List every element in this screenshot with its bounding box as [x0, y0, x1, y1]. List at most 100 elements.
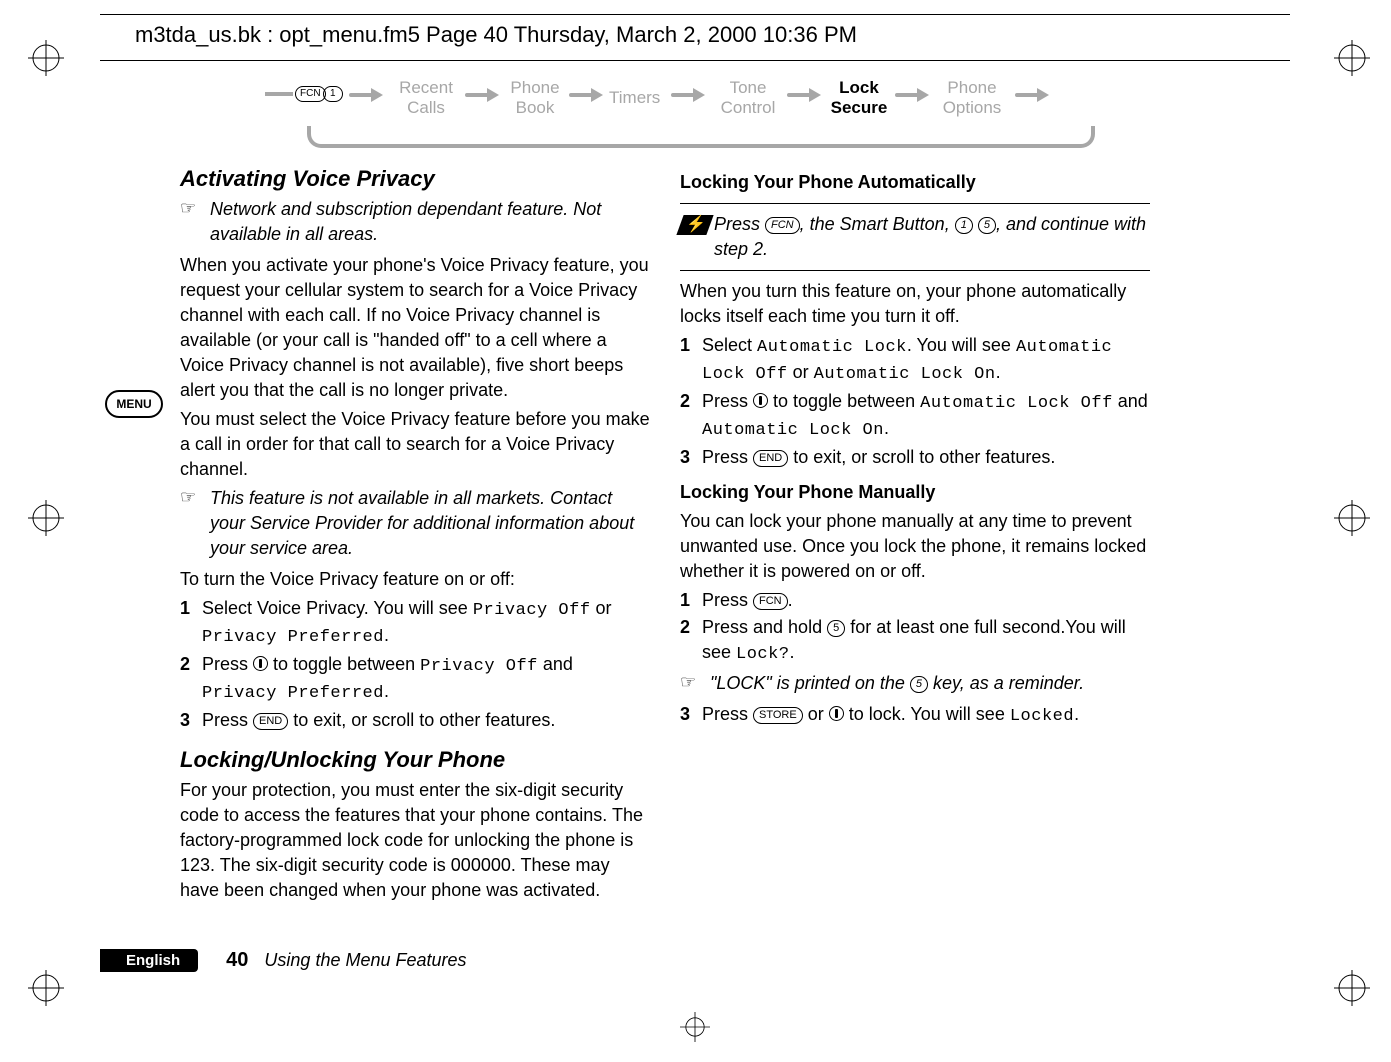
- list-text: Press END to exit, or scroll to other fe…: [702, 445, 1150, 470]
- text: .: [884, 418, 889, 438]
- hand-point-icon: ☞: [180, 197, 210, 219]
- breadcrumb-item: Phone Options: [937, 78, 1007, 118]
- one-key-icon: 1: [955, 217, 973, 234]
- note: ☞ This feature is not available in all m…: [180, 486, 650, 561]
- list-item: 1 Press FCN.: [680, 588, 1150, 613]
- list-number: 1: [180, 596, 202, 650]
- list-number: 3: [180, 708, 202, 733]
- text: Select: [702, 335, 757, 355]
- screen-text: Locked: [1010, 707, 1074, 726]
- list-item: 2 Press and hold 5 for at least one full…: [680, 615, 1150, 667]
- flash-icon: ⚡: [680, 215, 710, 235]
- text: Press: [202, 654, 253, 674]
- list-item: 1 Select Voice Privacy. You will see Pri…: [180, 596, 650, 650]
- subsection-title: Locking Your Phone Manually: [680, 480, 1150, 505]
- text: key, as a reminder.: [928, 673, 1084, 693]
- shortcut-note: ⚡ Press FCN, the Smart Button, 1 5, and …: [680, 212, 1150, 262]
- arrow-icon: [1015, 88, 1049, 102]
- divider: [680, 270, 1150, 271]
- page-footer: English 40 Using the Menu Features: [100, 949, 467, 972]
- text: .: [384, 625, 389, 645]
- text: and: [1113, 391, 1148, 411]
- list-number: 1: [680, 588, 702, 613]
- list-text: Press to toggle between Automatic Lock O…: [702, 389, 1150, 443]
- screen-text: Automatic Lock On: [814, 365, 996, 384]
- list-item: 2 Press to toggle between Automatic Lock…: [680, 389, 1150, 443]
- screen-text: Privacy Off: [420, 657, 538, 676]
- divider: [100, 60, 1290, 61]
- store-key-icon: STORE: [753, 707, 803, 724]
- list-text: Press END to exit, or scroll to other fe…: [202, 708, 650, 733]
- breadcrumb-item: Recent Calls: [391, 78, 461, 118]
- paragraph: You must select the Voice Privacy featur…: [180, 407, 650, 482]
- text: Select Voice Privacy. You will see: [202, 598, 473, 618]
- text: or: [591, 598, 612, 618]
- section-title: Locking/Unlocking Your Phone: [180, 747, 650, 772]
- section-title: Activating Voice Privacy: [180, 166, 650, 191]
- five-key-icon: 5: [827, 620, 845, 637]
- text: . You will see: [907, 335, 1016, 355]
- text: , the Smart Button,: [800, 214, 955, 234]
- screen-text: Privacy Off: [473, 601, 591, 620]
- hand-point-icon: ☞: [180, 486, 210, 508]
- crop-mark-icon: [28, 500, 64, 536]
- crop-mark-icon: [680, 1012, 710, 1042]
- page-number: 40: [226, 949, 248, 972]
- text: Press: [702, 447, 753, 467]
- text: .: [790, 642, 795, 662]
- list-text: Press and hold 5 for at least one full s…: [702, 615, 1150, 667]
- paragraph: You can lock your phone manually at any …: [680, 509, 1150, 584]
- screen-text: Automatic Lock: [757, 338, 907, 357]
- list-number: 2: [680, 389, 702, 443]
- crop-mark-icon: [28, 40, 64, 76]
- note: ☞ Network and subscription dependant fea…: [180, 197, 650, 247]
- paragraph: When you turn this feature on, your phon…: [680, 279, 1150, 329]
- list-item: 2 Press to toggle between Privacy Off an…: [180, 652, 650, 706]
- text: Press: [202, 710, 253, 730]
- note-text: Network and subscription dependant featu…: [210, 197, 650, 247]
- smart-button-icon: [753, 393, 768, 408]
- fcn-key-icon: FCN: [765, 217, 800, 234]
- crop-mark-icon: [1334, 970, 1370, 1006]
- text: .: [996, 362, 1001, 382]
- crop-mark-icon: [1334, 40, 1370, 76]
- subsection-title: Locking Your Phone Automatically: [680, 170, 1150, 195]
- note: ☞ "LOCK" is printed on the 5 key, as a r…: [680, 671, 1150, 696]
- text: to exit, or scroll to other features.: [788, 447, 1055, 467]
- list-text: Select Automatic Lock. You will see Auto…: [702, 333, 1150, 387]
- text: .: [384, 681, 389, 701]
- arrow-icon: [465, 88, 499, 102]
- text: Press: [702, 391, 753, 411]
- list-number: 2: [180, 652, 202, 706]
- column-left: Activating Voice Privacy ☞ Network and s…: [180, 160, 650, 907]
- list-item: 3 Press STORE or to lock. You will see L…: [680, 702, 1150, 729]
- text: or: [803, 704, 829, 724]
- arrow-icon: [349, 88, 383, 102]
- loop-connector: [307, 126, 1095, 148]
- list-item: 3 Press END to exit, or scroll to other …: [180, 708, 650, 733]
- end-key-icon: END: [753, 450, 788, 467]
- text: Press and hold: [702, 617, 827, 637]
- connector: [265, 92, 293, 96]
- one-key-icon: 1: [323, 86, 343, 102]
- text: .: [1074, 704, 1079, 724]
- language-badge: English: [100, 949, 198, 972]
- text: and: [538, 654, 573, 674]
- list-text: Press STORE or to lock. You will see Loc…: [702, 702, 1150, 729]
- smart-button-icon: [253, 656, 268, 671]
- arrow-icon: [787, 88, 821, 102]
- text: Press: [702, 704, 753, 724]
- screen-text: Privacy Preferred: [202, 684, 384, 703]
- breadcrumb-item: Tone Control: [713, 78, 783, 118]
- document-header: m3tda_us.bk : opt_menu.fm5 Page 40 Thurs…: [135, 22, 857, 48]
- list-item: 3 Press END to exit, or scroll to other …: [680, 445, 1150, 470]
- hand-point-icon: ☞: [680, 671, 710, 693]
- list-text: Select Voice Privacy. You will see Priva…: [202, 596, 650, 650]
- paragraph: To turn the Voice Privacy feature on or …: [180, 567, 650, 592]
- note-text: This feature is not available in all mar…: [210, 486, 650, 561]
- arrow-icon: [895, 88, 929, 102]
- list-number: 3: [680, 445, 702, 470]
- arrow-icon: [671, 88, 705, 102]
- text: Press: [702, 590, 753, 610]
- crop-mark-icon: [28, 970, 64, 1006]
